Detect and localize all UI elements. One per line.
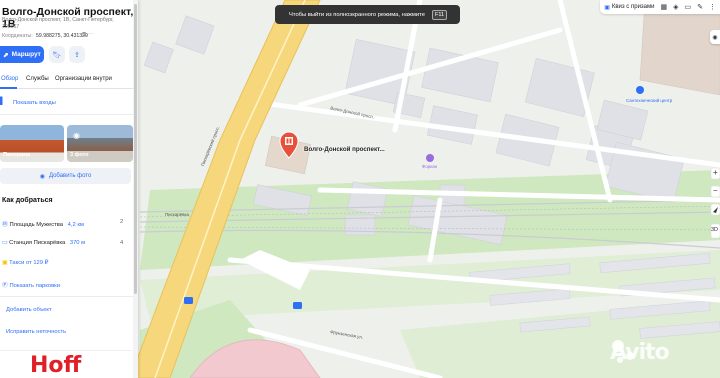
- panorama-thumb[interactable]: Панорама: [0, 125, 64, 162]
- photos-thumb[interactable]: ◉ 3 фото: [67, 125, 133, 162]
- metro-name: Площадь Мужества: [9, 222, 64, 228]
- copy-icon[interactable]: ⧉: [82, 32, 86, 39]
- photos-count: 3 фото: [70, 152, 89, 158]
- station-name: Станция Пискарёвка: [9, 240, 66, 246]
- metro-distance: 4,2 км: [67, 222, 84, 228]
- train-icon: ▭: [2, 240, 8, 246]
- transport-icon[interactable]: ▭: [685, 3, 692, 11]
- poi-label[interactable]: Сантехнический центр: [626, 98, 672, 103]
- metro-row[interactable]: ▭ Станция Пискарёвка 370 м 4: [2, 240, 123, 246]
- place-address: Волго-Донской проспект, 1В, Санкт-Петерб…: [2, 17, 114, 30]
- share-button[interactable]: ⇪: [69, 46, 85, 63]
- camera-icon: ◉: [712, 34, 718, 41]
- layers-icon[interactable]: ◈: [673, 3, 678, 11]
- tab-organizations[interactable]: Организации внутри: [55, 76, 112, 82]
- quiz-button[interactable]: ▣ Квиз с призами: [604, 4, 654, 11]
- entrance-icon: ▌: [0, 98, 5, 105]
- route-icon: ⬈: [3, 51, 9, 59]
- tab-bar: Обзор Службы Организации внутри: [0, 76, 138, 89]
- parking-link[interactable]: Ⓟ Показать парковки: [2, 280, 60, 289]
- share-icon: ⇪: [74, 51, 80, 59]
- show-entrances-link[interactable]: Показать входы: [13, 100, 56, 106]
- avito-watermark: Avito: [610, 340, 670, 365]
- gift-icon: ▣: [604, 4, 610, 11]
- zoom-out-button[interactable]: −: [713, 186, 718, 195]
- divider: [0, 296, 138, 297]
- top-toolbar: ▣ Квиз с призами ▦ ◈ ▭ ✎ ⋮: [600, 0, 720, 14]
- taxi-icon: ▣: [2, 260, 8, 266]
- ad-logo: Hoff: [30, 353, 82, 378]
- metro-count: 2: [120, 219, 124, 225]
- station-distance: 370 м: [69, 240, 86, 246]
- metro-icon: Ⓜ: [2, 222, 8, 228]
- taxi-label: Такси от 129 ₽: [9, 260, 49, 266]
- place-panel: Волго-Донской проспект, 1В Волго-Донской…: [0, 0, 138, 378]
- panel-scrollbar[interactable]: [133, 0, 138, 378]
- panorama-label: Панорама: [3, 152, 31, 158]
- more-icon[interactable]: ···: [88, 31, 94, 37]
- divider: [0, 114, 138, 115]
- parking-label: Показать парковки: [9, 283, 60, 289]
- grid-icon[interactable]: ▦: [660, 3, 667, 11]
- coords-value[interactable]: 59.988275, 30.431329: [36, 33, 88, 39]
- active-tab-indicator: [0, 87, 17, 89]
- station-label: Пискарёвка: [165, 212, 189, 217]
- bookmark-button[interactable]: 🔖︎: [49, 46, 65, 63]
- route-button[interactable]: ⬈ Маршрут: [0, 46, 44, 63]
- photo-strip: Панорама ◉ 3 фото: [0, 125, 138, 163]
- add-photo-button[interactable]: ◉ Добавить фото: [0, 168, 131, 184]
- coords-label: Координаты:: [2, 33, 33, 39]
- tab-services[interactable]: Службы: [26, 76, 49, 82]
- route-label: Маршрут: [11, 51, 41, 58]
- camera-icon: ◉: [73, 131, 80, 140]
- zoom-in-button[interactable]: +: [713, 168, 718, 177]
- camera-plus-icon: ◉: [39, 173, 45, 180]
- quiz-label: Квиз с призами: [611, 4, 655, 10]
- add-photo-label: Добавить фото: [48, 173, 92, 179]
- taxi-link[interactable]: ▣ Такси от 129 ₽: [2, 260, 48, 266]
- parking-icon: Ⓟ: [2, 283, 8, 289]
- tab-overview[interactable]: Обзор: [1, 76, 18, 82]
- f11-key: F11: [431, 9, 448, 20]
- poi-label[interactable]: Форкан: [422, 164, 437, 169]
- 3d-button[interactable]: 3D: [711, 227, 718, 233]
- pin-label[interactable]: Волго-Донской проспект...: [304, 146, 385, 153]
- metro-row[interactable]: Ⓜ Площадь Мужества 4,2 км 2: [2, 219, 123, 228]
- report-error-link[interactable]: Исправить неточность: [6, 329, 66, 335]
- side-map-button[interactable]: ◉: [710, 30, 720, 44]
- toast-text: Чтобы выйти из полноэкранного режима, на…: [289, 11, 425, 18]
- fullscreen-toast: Чтобы выйти из полноэкранного режима, на…: [275, 5, 460, 24]
- scroll-thumb[interactable]: [134, 4, 137, 294]
- bookmark-icon: 🔖︎: [52, 51, 62, 59]
- ruler-icon[interactable]: ✎: [697, 3, 703, 11]
- add-object-link[interactable]: Добавить объект: [6, 307, 52, 313]
- station-count: 4: [120, 240, 124, 246]
- more-icon[interactable]: ⋮: [709, 3, 716, 11]
- directions-heading: Как добраться: [2, 197, 53, 204]
